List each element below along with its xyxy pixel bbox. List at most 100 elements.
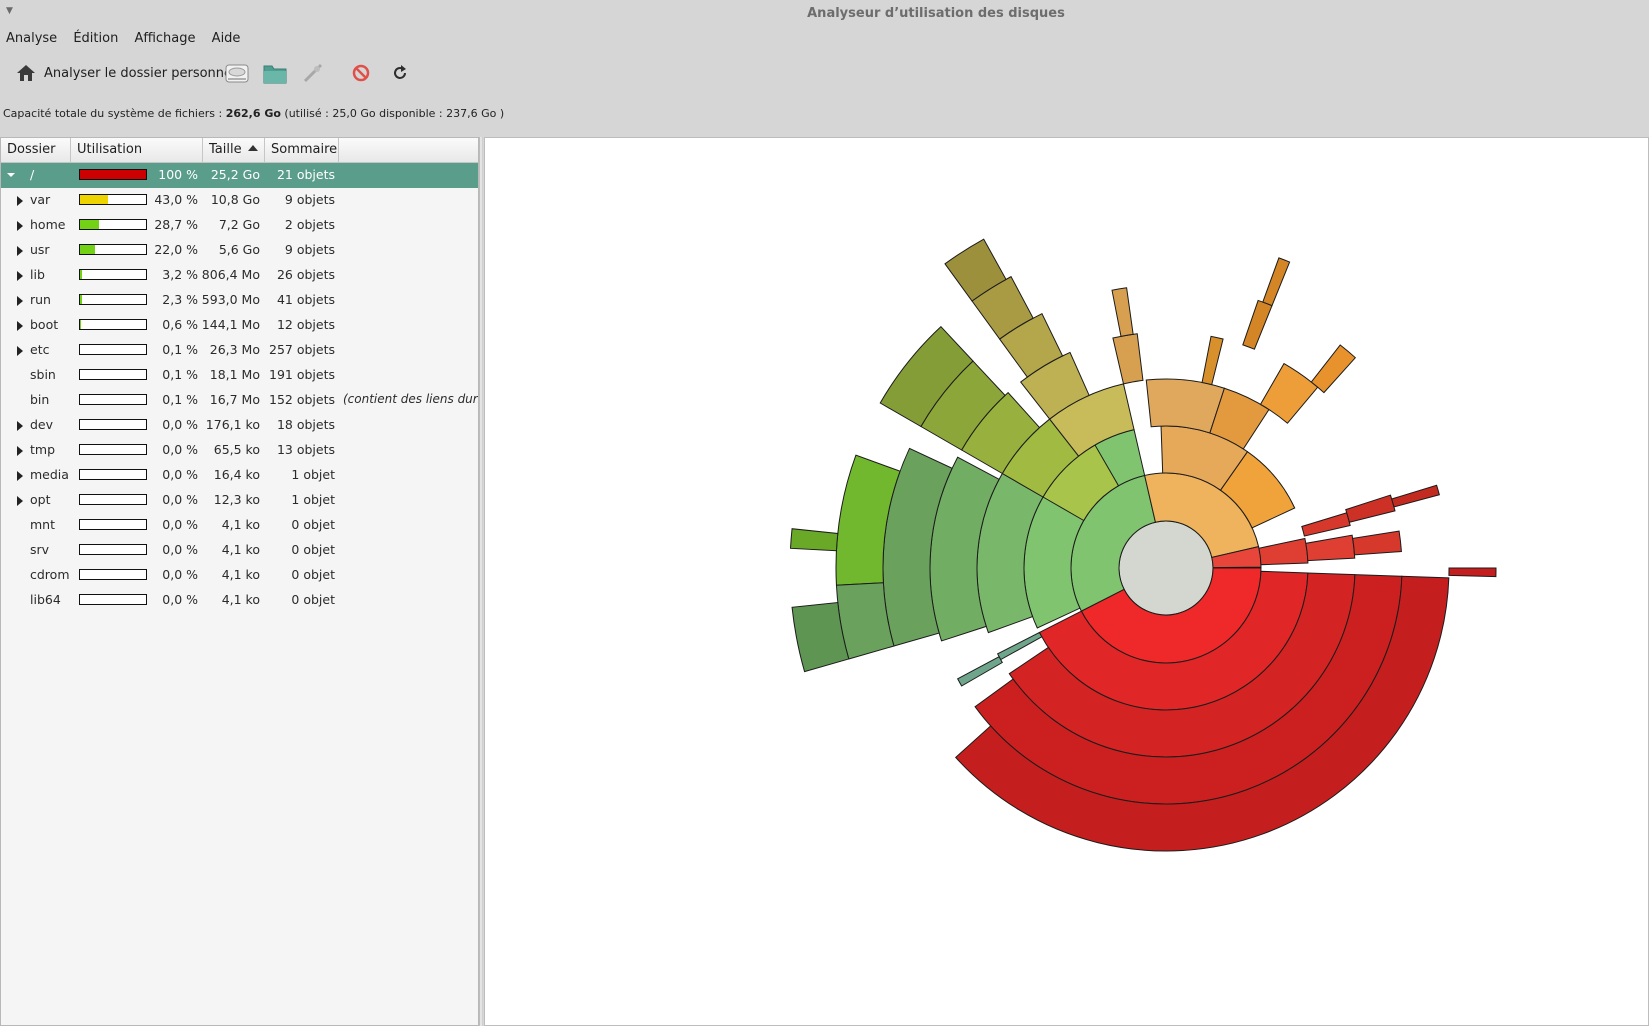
table-row[interactable]: bin 0,1 % 16,7 Mo 152 objets (contient des l… (1, 388, 478, 413)
segment-lib-child[interactable] (1352, 530, 1402, 556)
expander-closed-icon[interactable] (17, 271, 23, 281)
segment-usr-child[interactable] (1242, 299, 1273, 350)
column-dossier[interactable]: Dossier (1, 138, 71, 162)
column-header: Dossier Utilisation Taille Sommaire (1, 138, 478, 163)
segment-usr-child[interactable] (1310, 344, 1357, 394)
table-row[interactable]: lib 3,2 % 806,4 Mo 26 objets (1, 263, 478, 288)
table-row[interactable]: etc 0,1 % 26,3 Mo 257 objets (1, 338, 478, 363)
usage-percent: 3,2 % (162, 267, 198, 282)
table-row[interactable]: / 100 % 25,2 Go 21 objets (1, 163, 478, 188)
expander-closed-icon[interactable] (17, 221, 23, 231)
folder-size: 4,1 ko (221, 517, 260, 532)
expander-closed-icon[interactable] (17, 471, 23, 481)
sunburst-chart[interactable] (485, 138, 1648, 1025)
segment-run-child[interactable] (1391, 484, 1440, 508)
folder-size: 65,5 ko (213, 442, 260, 457)
item-count: 13 objets (276, 442, 335, 457)
expander-closed-icon[interactable] (17, 246, 23, 256)
expander-closed-icon[interactable] (17, 446, 23, 456)
scan-home-button[interactable]: Analyser le dossier personnel (16, 58, 236, 88)
expander-open-icon[interactable] (7, 173, 15, 177)
folder-name: lib (30, 267, 45, 282)
menu-edition[interactable]: Édition (67, 28, 124, 50)
usage-bar (79, 594, 147, 605)
stop-button[interactable] (352, 58, 370, 88)
table-row[interactable]: var 43,0 % 10,8 Go 9 objets (1, 188, 478, 213)
folder-size: 26,3 Mo (209, 342, 260, 357)
segment-var-small[interactable] (996, 631, 1043, 661)
segment-home-branch[interactable] (1111, 287, 1134, 337)
segment-run-child[interactable] (1301, 512, 1351, 537)
item-count: 0 objet (291, 592, 335, 607)
table-row[interactable]: cdrom 0,0 % 4,1 ko 0 objet (1, 563, 478, 588)
expander-closed-icon[interactable] (17, 296, 23, 306)
table-row[interactable]: sbin 0,1 % 18,1 Mo 191 objets (1, 363, 478, 388)
scan-remote-button[interactable] (302, 58, 324, 88)
usage-percent: 0,0 % (162, 442, 198, 457)
usage-percent: 2,3 % (162, 292, 198, 307)
column-taille-label: Taille (209, 142, 242, 157)
segment-var-small[interactable] (956, 656, 1004, 687)
expander-closed-icon[interactable] (17, 196, 23, 206)
menu-affichage[interactable]: Affichage (128, 28, 201, 50)
refresh-button[interactable] (391, 58, 409, 88)
column-taille[interactable]: Taille (203, 138, 265, 162)
table-row[interactable]: tmp 0,0 % 65,5 ko 13 objets (1, 438, 478, 463)
folder-name: opt (30, 492, 51, 507)
capacity-total: 262,6 Go (225, 107, 281, 120)
table-row[interactable]: home 28,7 % 7,2 Go 2 objets (1, 213, 478, 238)
segment-lib-child[interactable] (1258, 537, 1309, 566)
expander-closed-icon[interactable] (17, 421, 23, 431)
scan-filesystem-button[interactable] (224, 58, 250, 88)
folder-size: 10,8 Go (210, 192, 260, 207)
folder-size: 5,6 Go (218, 242, 260, 257)
usage-bar-fill (80, 195, 109, 204)
segment-home-child[interactable] (789, 528, 839, 552)
table-row[interactable]: srv 0,0 % 4,1 ko 0 objet (1, 538, 478, 563)
segment-home-branch[interactable] (1112, 333, 1144, 385)
expander-closed-icon[interactable] (17, 496, 23, 506)
folder-name: / (30, 167, 35, 182)
segment-lib-child[interactable] (1305, 534, 1356, 562)
folder-size: 12,3 ko (213, 492, 260, 507)
folder-size: 16,7 Mo (209, 392, 260, 407)
expander-closed-icon[interactable] (17, 346, 23, 356)
table-row[interactable]: mnt 0,0 % 4,1 ko 0 objet (1, 513, 478, 538)
column-sommaire[interactable]: Sommaire (265, 138, 339, 162)
table-row[interactable]: run 2,3 % 593,0 Mo 41 objets (1, 288, 478, 313)
pane-splitter[interactable] (479, 137, 483, 1026)
usage-bar (79, 294, 147, 305)
table-row[interactable]: dev 0,0 % 176,1 ko 18 objets (1, 413, 478, 438)
column-utilisation[interactable]: Utilisation (71, 138, 203, 162)
menu-analyse[interactable]: Analyse (0, 28, 63, 50)
segment-usr-child[interactable] (1262, 257, 1291, 307)
toolbar: Analyser le dossier personnel (0, 54, 1649, 94)
folder-tree: Dossier Utilisation Taille Sommaire / 100… (0, 137, 479, 1026)
usage-percent: 100 % (158, 167, 198, 182)
segment-usr-child[interactable] (1259, 362, 1319, 424)
folder-size: 16,4 ko (213, 467, 260, 482)
table-row[interactable]: media 0,0 % 16,4 ko 1 objet (1, 463, 478, 488)
usage-bar (79, 494, 147, 505)
table-row[interactable]: lib64 0,0 % 4,1 ko 0 objet (1, 588, 478, 613)
capacity-info: Capacité totale du système de fichiers :… (3, 107, 504, 120)
table-row[interactable]: opt 0,0 % 12,3 ko 1 objet (1, 488, 478, 513)
table-row[interactable]: usr 22,0 % 5,6 Go 9 objets (1, 238, 478, 263)
item-count: 0 objet (291, 567, 335, 582)
usage-percent: 0,0 % (162, 542, 198, 557)
item-count: 9 objets (284, 242, 335, 257)
segment-var-child[interactable] (1448, 567, 1497, 578)
usage-bar (79, 519, 147, 530)
expander-closed-icon[interactable] (17, 321, 23, 331)
item-count: 1 objet (291, 492, 335, 507)
folder-size: 4,1 ko (221, 592, 260, 607)
folder-size: 593,0 Mo (201, 292, 260, 307)
scan-folder-button[interactable] (262, 58, 288, 88)
menu-aide[interactable]: Aide (206, 28, 247, 50)
item-count: 1 objet (291, 467, 335, 482)
segment-usr-child[interactable] (1201, 335, 1224, 386)
table-row[interactable]: boot 0,6 % 144,1 Mo 12 objets (1, 313, 478, 338)
segment-run-child[interactable] (1345, 494, 1396, 523)
usage-bar-fill (80, 295, 82, 304)
folder-name: dev (30, 417, 54, 432)
